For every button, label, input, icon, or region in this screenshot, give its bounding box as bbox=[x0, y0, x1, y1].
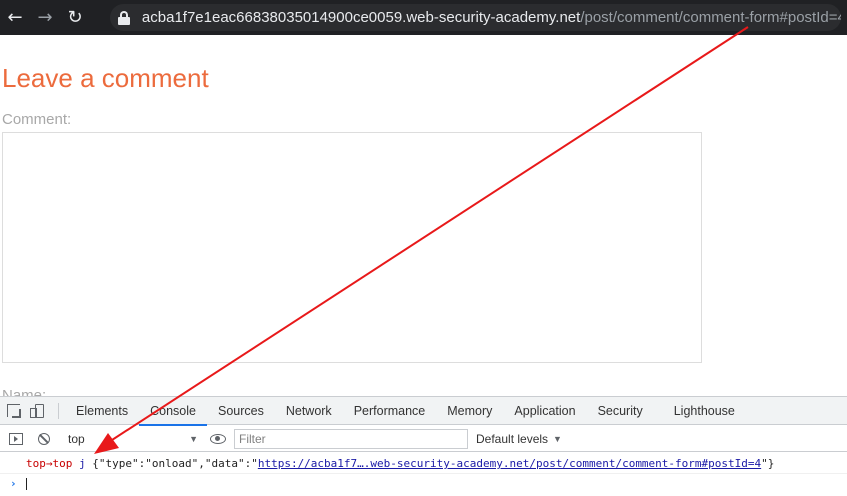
clear-console-icon[interactable] bbox=[32, 426, 56, 452]
lock-icon[interactable] bbox=[118, 10, 130, 25]
address-bar[interactable]: acba1f7e1eac66838035014900ce0059.web-sec… bbox=[110, 4, 841, 31]
log-levels-dropdown[interactable]: Default levels ▼ bbox=[476, 432, 562, 446]
tab-security[interactable]: Security bbox=[587, 397, 654, 425]
tab-sources[interactable]: Sources bbox=[207, 397, 275, 425]
log-text-after: "} bbox=[761, 457, 775, 470]
page-content: Leave a comment Comment: Name: bbox=[0, 35, 847, 396]
name-label: Name: bbox=[2, 387, 47, 396]
tab-lighthouse[interactable]: Lighthouse bbox=[654, 397, 746, 425]
context-select[interactable]: top ▼ bbox=[64, 429, 202, 449]
log-function-name: j bbox=[79, 457, 86, 470]
log-source-to: top bbox=[52, 457, 73, 470]
comment-textarea[interactable] bbox=[2, 132, 702, 363]
console-input-caret[interactable] bbox=[26, 478, 27, 490]
console-output[interactable]: top→top j {"type":"onload","data":"https… bbox=[0, 453, 847, 496]
device-toolbar-icon[interactable] bbox=[26, 397, 52, 425]
url-host: acba1f7e1eac66838035014900ce0059.web-sec… bbox=[141, 9, 581, 26]
inspect-element-icon[interactable] bbox=[0, 397, 26, 425]
log-url-link[interactable]: https://acba1f7….web-security-academy.ne… bbox=[258, 457, 761, 470]
divider bbox=[0, 473, 847, 474]
page-title: Leave a comment bbox=[2, 63, 209, 93]
tab-network[interactable]: Network bbox=[275, 397, 343, 425]
chevron-down-icon: ▼ bbox=[189, 433, 198, 444]
console-log-message[interactable]: top→top j {"type":"onload","data":"https… bbox=[26, 456, 774, 472]
forward-icon[interactable]: → bbox=[30, 0, 60, 35]
comment-label: Comment: bbox=[2, 111, 72, 128]
tab-memory[interactable]: Memory bbox=[436, 397, 503, 425]
back-icon[interactable]: ← bbox=[0, 0, 30, 35]
divider bbox=[58, 402, 59, 419]
log-text-before: {"type":"onload","data":" bbox=[92, 457, 258, 470]
live-expression-eye-icon[interactable] bbox=[206, 426, 230, 452]
devtools-tabbar: Elements Console Sources Network Perform… bbox=[0, 397, 847, 426]
console-toolbar: top ▼ Default levels ▼ bbox=[0, 426, 847, 452]
console-prompt-icon: › bbox=[10, 477, 17, 490]
reload-icon[interactable]: ↻ bbox=[60, 0, 90, 35]
tab-console[interactable]: Console bbox=[139, 397, 207, 426]
url-text[interactable]: acba1f7e1eac66838035014900ce0059.web-sec… bbox=[142, 9, 841, 26]
levels-label: Default levels bbox=[476, 431, 549, 446]
tab-performance[interactable]: Performance bbox=[343, 397, 437, 425]
log-source-from: top bbox=[26, 457, 46, 470]
browser-toolbar: ← → ↻ acba1f7e1eac66838035014900ce0059.w… bbox=[0, 0, 847, 35]
tab-application[interactable]: Application bbox=[503, 397, 586, 425]
devtools-panel: Elements Console Sources Network Perform… bbox=[0, 396, 847, 496]
console-sidebar-icon[interactable] bbox=[4, 426, 28, 452]
url-path: /post/comment/comment-form#postId=4 bbox=[580, 9, 841, 26]
filter-input[interactable] bbox=[234, 428, 468, 449]
tab-elements[interactable]: Elements bbox=[65, 397, 139, 425]
log-arrow: → bbox=[45, 457, 53, 470]
context-value: top bbox=[68, 431, 85, 446]
chevron-down-icon: ▼ bbox=[553, 433, 562, 444]
